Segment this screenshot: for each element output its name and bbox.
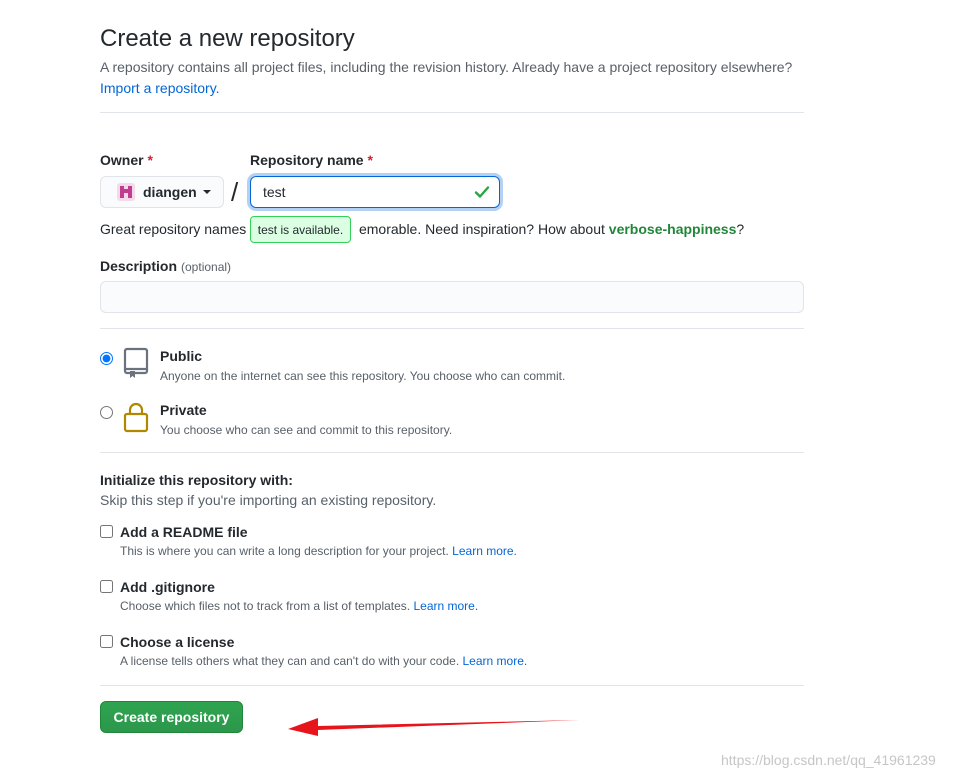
annotation-arrow-icon bbox=[288, 718, 580, 736]
readme-learn-more-link[interactable]: Learn more. bbox=[452, 544, 517, 558]
readme-title: Add a README file bbox=[120, 524, 248, 540]
suggested-name-link[interactable]: verbose-happiness bbox=[609, 221, 737, 237]
gitignore-checkbox[interactable] bbox=[100, 580, 113, 593]
page-title: Create a new repository bbox=[100, 25, 355, 52]
divider bbox=[100, 328, 804, 329]
readme-checkbox[interactable] bbox=[100, 525, 113, 538]
public-radio[interactable] bbox=[100, 352, 113, 365]
divider bbox=[100, 112, 804, 113]
repository-name-input[interactable] bbox=[250, 176, 500, 208]
initialize-title: Initialize this repository with: bbox=[100, 472, 293, 488]
page-subtitle: A repository contains all project files,… bbox=[100, 57, 820, 99]
gitignore-title: Add .gitignore bbox=[120, 579, 215, 595]
readme-description: This is where you can write a long descr… bbox=[120, 544, 517, 558]
repo-book-icon bbox=[123, 347, 149, 378]
name-available-tooltip: test is available. bbox=[250, 216, 351, 243]
owner-name: diangen bbox=[143, 184, 197, 200]
license-learn-more-link[interactable]: Learn more. bbox=[463, 654, 528, 668]
public-title: Public bbox=[160, 348, 203, 364]
import-repository-link[interactable]: Import a repository. bbox=[100, 80, 220, 96]
chevron-down-icon bbox=[202, 190, 211, 194]
repository-name-label: Repository name * bbox=[250, 152, 373, 168]
public-description: Anyone on the internet can see this repo… bbox=[160, 369, 566, 383]
license-checkbox[interactable] bbox=[100, 635, 113, 648]
private-title: Private bbox=[160, 402, 207, 418]
divider bbox=[100, 452, 804, 453]
gitignore-learn-more-link[interactable]: Learn more. bbox=[413, 599, 478, 613]
license-title: Choose a license bbox=[120, 634, 235, 650]
owner-avatar-icon bbox=[117, 183, 135, 201]
owner-repo-separator: / bbox=[231, 177, 239, 207]
subtitle-text: A repository contains all project files,… bbox=[100, 59, 793, 75]
private-radio[interactable] bbox=[100, 406, 113, 419]
private-description: You choose who can see and commit to thi… bbox=[160, 423, 453, 437]
initialize-subtitle: Skip this step if you're importing an ex… bbox=[100, 492, 437, 508]
divider bbox=[100, 685, 804, 686]
owner-label: Owner * bbox=[100, 152, 153, 168]
create-repository-button[interactable]: Create repository bbox=[100, 701, 243, 733]
owner-select-button[interactable]: diangen bbox=[100, 176, 224, 208]
watermark: https://blog.csdn.net/qq_41961239 bbox=[721, 752, 936, 768]
license-description: A license tells others what they can and… bbox=[120, 654, 528, 668]
gitignore-description: Choose which files not to track from a l… bbox=[120, 599, 479, 613]
repository-name-hint: Great repository names a emorable. Need i… bbox=[100, 221, 745, 237]
description-label: Description (optional) bbox=[100, 258, 232, 274]
description-input[interactable] bbox=[100, 281, 804, 313]
lock-icon bbox=[123, 402, 149, 433]
check-icon bbox=[474, 186, 490, 198]
